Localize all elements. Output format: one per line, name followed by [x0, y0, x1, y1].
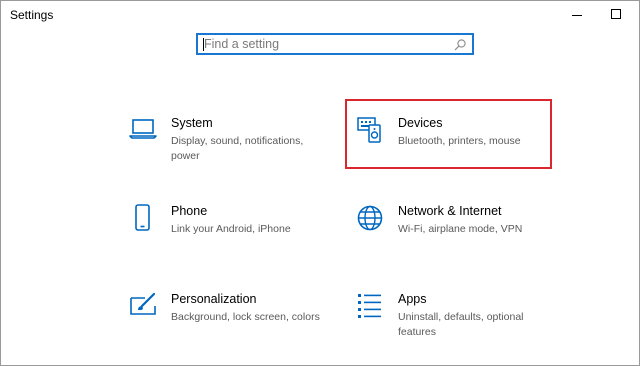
category-phone[interactable]: Phone Link your Android, iPhone	[129, 204, 329, 264]
category-name: Phone	[171, 204, 208, 218]
category-description: Bluetooth, printers, mouse	[398, 135, 521, 147]
category-description: Wi-Fi, airplane mode, VPN	[398, 223, 523, 235]
search-icon[interactable]	[453, 38, 467, 52]
category-system[interactable]: System Display, sound, notifications, po…	[129, 116, 329, 176]
maximize-button[interactable]	[596, 1, 636, 27]
devices-icon	[357, 117, 381, 143]
search-input[interactable]	[204, 36, 444, 52]
phone-icon	[135, 204, 150, 231]
category-description: Uninstall, defaults, optional features	[398, 311, 524, 338]
minimize-button[interactable]	[557, 1, 597, 27]
category-name: System	[171, 116, 213, 130]
category-name: Devices	[398, 116, 443, 130]
category-apps[interactable]: Apps Uninstall, defaults, optional featu…	[356, 292, 556, 352]
maximize-icon	[611, 9, 621, 19]
category-description: Link your Android, iPhone	[171, 223, 291, 235]
category-personalization[interactable]: Personalization Background, lock screen,…	[129, 292, 329, 352]
apps-list-icon	[358, 294, 381, 318]
category-description: Display, sound, notifications, power	[171, 135, 304, 162]
search-box[interactable]	[196, 33, 474, 55]
category-name: Personalization	[171, 292, 257, 306]
category-name: Network & Internet	[398, 204, 502, 218]
paintbrush-icon	[130, 292, 156, 315]
settings-window: Settings System Display, sound, notifica…	[0, 0, 640, 366]
globe-icon	[357, 205, 383, 231]
window-title: Settings	[10, 8, 54, 22]
category-description: Background, lock screen, colors	[171, 311, 320, 323]
title-bar[interactable]: Settings	[1, 1, 639, 27]
laptop-icon	[129, 119, 157, 139]
category-network-internet[interactable]: Network & Internet Wi-Fi, airplane mode,…	[356, 204, 556, 264]
minimize-icon	[572, 14, 582, 16]
category-name: Apps	[398, 292, 427, 306]
category-devices[interactable]: Devices Bluetooth, printers, mouse	[356, 116, 556, 176]
